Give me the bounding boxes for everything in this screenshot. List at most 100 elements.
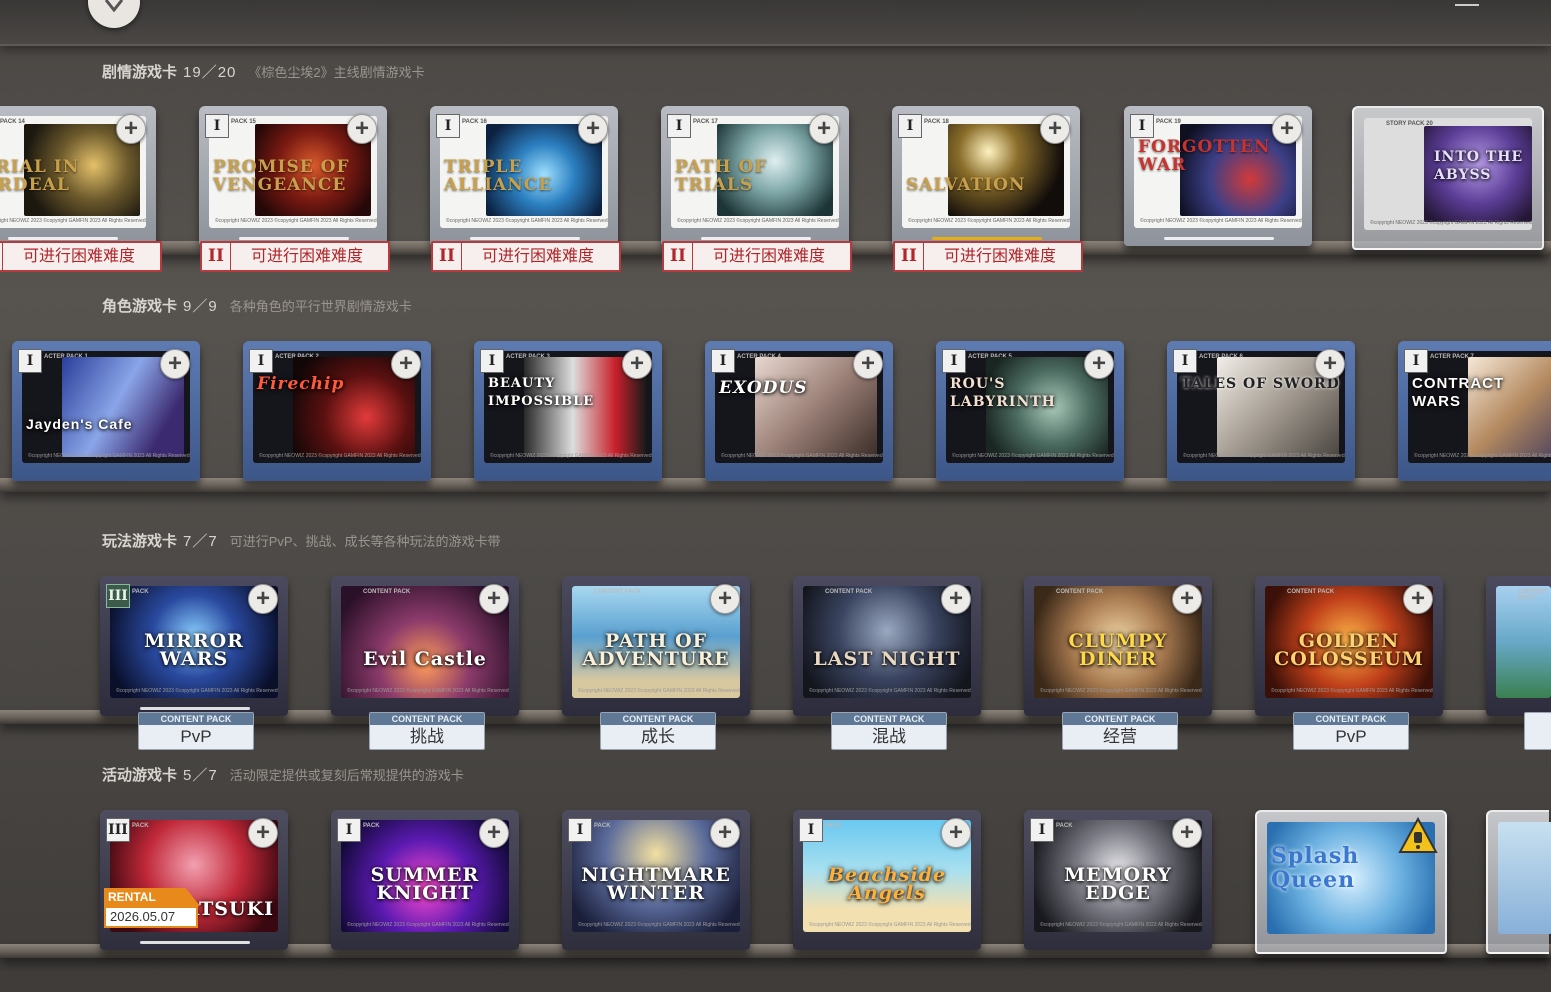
add-button[interactable]: +: [622, 349, 652, 379]
game-card-character-3[interactable]: I ACTER PACK 3 BEAUTY IMPOSSIBLE ©copyri…: [474, 341, 662, 481]
copyright-text: ©copyright NEOWIZ 2023 ©copyright GAMFIN…: [809, 688, 971, 694]
game-card-story-20-locked[interactable]: STORY PACK 20 INTO THE ABYSS ©copyright …: [1352, 106, 1544, 250]
content-pack-mode: 混战: [872, 727, 906, 746]
copyright-text: ©copyright NEOWIZ 2023 ©copyright GAMFIN…: [1370, 220, 1532, 226]
tier-badge: I: [711, 349, 735, 373]
add-button[interactable]: +: [710, 584, 740, 614]
game-card-character-6[interactable]: I ACTER PACK 6 TALES OF SWORD ©copyright…: [1167, 341, 1355, 481]
hard-difficulty-badge[interactable]: II 可进行困难难度: [431, 241, 621, 272]
add-button[interactable]: +: [578, 114, 608, 144]
game-card-story-14[interactable]: PACK 14 TRIAL IN ORDEAL ©copyright NEOWI…: [0, 106, 156, 246]
tier-badge: I: [205, 114, 229, 138]
section-desc: 各种角色的平行世界剧情游戏卡: [229, 299, 412, 314]
card-title: TRIAL IN ORDEAL: [0, 157, 80, 195]
hard-difficulty-badge[interactable]: II 可进行困难难度: [893, 241, 1083, 272]
copyright-text: ©copyright NEOWIZ 2023 ©copyright GAMFIN…: [1414, 453, 1551, 459]
add-button[interactable]: +: [941, 584, 971, 614]
add-button[interactable]: +: [1172, 818, 1202, 848]
game-card-character-4[interactable]: I ACTER PACK 4 EXODUS ©copyright NEOWIZ …: [705, 341, 893, 481]
badge-tier: II: [664, 243, 693, 270]
copyright-text: ©copyright NEOWIZ 2023 ©copyright GAMFIN…: [259, 453, 421, 459]
section-name: 剧情游戏卡: [102, 64, 178, 81]
copyright-text: ©copyright NEOWIZ 2023 ©copyright GAMFIN…: [578, 922, 740, 928]
add-button[interactable]: +: [391, 349, 421, 379]
pack-number: CONTENT PACK: [1056, 589, 1104, 595]
add-button[interactable]: +: [1040, 114, 1070, 144]
add-button[interactable]: +: [479, 584, 509, 614]
add-button[interactable]: +: [941, 818, 971, 848]
game-card-character-2[interactable]: I ACTER PACK 2 Firechip ©copyright NEOWI…: [243, 341, 431, 481]
add-button[interactable]: +: [248, 818, 278, 848]
content-pack-label: CONTENT PACK 成长: [600, 712, 716, 750]
back-button[interactable]: [88, 0, 140, 28]
add-button[interactable]: +: [1403, 584, 1433, 614]
copyright-text: ©copyright NEOWIZ 2023 ©copyright GAMFIN…: [28, 453, 190, 459]
tier-badge: I: [568, 818, 592, 842]
section-title-gameplay: 玩法游戏卡 7／7 可进行PvP、挑战、成长等各种玩法的游戏卡带: [102, 530, 501, 551]
content-pack-label: CONTENT PACK 混战: [831, 712, 947, 750]
hard-difficulty-badge[interactable]: II 可进行困难难度: [662, 241, 852, 272]
card-stripe: [8, 237, 118, 240]
content-pack-tag: CONTENT PACK: [1063, 713, 1177, 725]
game-card-gameplay-path-of-adventure[interactable]: CONTENT PACK PATH OF ADVENTURE ©copyrigh…: [562, 576, 750, 716]
section-count: 7／7: [183, 533, 218, 550]
card-stripe: [1164, 237, 1274, 240]
hard-difficulty-badge[interactable]: II 可进行困难难度: [0, 241, 162, 272]
section-title-story: 剧情游戏卡 19／20 《棕色尘埃2》主线剧情游戏卡: [102, 61, 425, 82]
tier-badge: I: [1173, 349, 1197, 373]
menu-icon[interactable]: [1455, 0, 1479, 6]
copyright-text: ©copyright NEOWIZ 2023 ©copyright GAMFIN…: [1040, 688, 1202, 694]
add-button[interactable]: +: [1272, 114, 1302, 144]
card-art: [1498, 822, 1551, 934]
pack-number: PACK: [132, 589, 149, 595]
copyright-text: ©copyright NEOWIZ 2023 ©copyright GAMFIN…: [490, 453, 652, 459]
tier-badge: III: [106, 584, 130, 608]
content-pack-label: CONTENT PACK 挑战: [369, 712, 485, 750]
pack-number: CONTENT PACK: [363, 589, 411, 595]
game-card-story-17[interactable]: I PACK 17 PATH OF TRIALS ©copyright NEOW…: [661, 106, 849, 246]
game-card-gameplay-evil-castle[interactable]: CONTENT PACK Evil Castle ©copyright NEOW…: [331, 576, 519, 716]
card-title: Jayden's Cafe: [26, 416, 133, 432]
game-card-character-1[interactable]: I ACTER PACK 1 Jayden's Cafe ©copyright …: [12, 341, 200, 481]
add-button[interactable]: +: [809, 114, 839, 144]
add-button[interactable]: +: [160, 349, 190, 379]
game-card-story-18[interactable]: I PACK 18 SALVATION ©copyright NEOWIZ 20…: [892, 106, 1080, 246]
content-pack-tag: CONTENT PACK: [139, 713, 253, 725]
game-card-gameplay-last-night[interactable]: CONTENT PACK LAST NIGHT ©copyright NEOWI…: [793, 576, 981, 716]
game-card-story-15[interactable]: I PACK 15 PROMISE OF VENGEANCE ©copyrigh…: [199, 106, 387, 246]
content-pack-mode: PvP: [180, 727, 212, 746]
add-button[interactable]: +: [1084, 349, 1114, 379]
game-card-gameplay-clumpy-diner[interactable]: CONTENT PACK CLUMPY DINER ©copyright NEO…: [1024, 576, 1212, 716]
pack-number: CONTENT PACK: [1518, 589, 1547, 601]
copyright-text: ©copyright NEOWIZ 2023 ©copyright GAMFIN…: [578, 688, 740, 694]
add-button[interactable]: +: [248, 584, 278, 614]
game-card-event-nightmare-winter[interactable]: I PACK NIGHTMARE WINTER ©copyright NEOWI…: [562, 810, 750, 950]
game-card-event-partial[interactable]: [1486, 810, 1551, 954]
add-button[interactable]: +: [1172, 584, 1202, 614]
rental-expiry-date: 2026.05.07: [104, 906, 198, 928]
add-button[interactable]: +: [347, 114, 377, 144]
hard-difficulty-badge[interactable]: II 可进行困难难度: [200, 241, 390, 272]
game-card-character-7[interactable]: I ACTER PACK 7 CONTRACT WARS ©copyright …: [1398, 341, 1551, 481]
pack-number: PACK: [594, 823, 611, 829]
card-title: CONTRACT WARS: [1412, 375, 1505, 410]
game-card-character-5[interactable]: I ACTER PACK 5 ROU'S LABYRINTH ©copyrigh…: [936, 341, 1124, 481]
game-card-event-akatsuki[interactable]: III PACK AKATSUKI +: [100, 810, 288, 950]
add-button[interactable]: +: [1315, 349, 1345, 379]
add-button[interactable]: +: [710, 818, 740, 848]
add-button[interactable]: +: [116, 114, 146, 144]
game-card-event-beachside-angels[interactable]: I PACK Beachside Angels ©copyright NEOWI…: [793, 810, 981, 950]
game-card-event-summer-knight[interactable]: I PACK SUMMER KNIGHT ©copyright NEOWIZ 2…: [331, 810, 519, 950]
game-card-gameplay-golden-colosseum[interactable]: CONTENT PACK GOLDEN COLOSSEUM ©copyright…: [1255, 576, 1443, 716]
game-card-gameplay-partial[interactable]: CONTENT PACK: [1486, 576, 1551, 716]
add-button[interactable]: +: [853, 349, 883, 379]
card-stripe: [140, 941, 250, 944]
tier-badge: I: [337, 818, 361, 842]
game-card-event-memory-edge[interactable]: I PACK MEMORY EDGE ©copyright NEOWIZ 202…: [1024, 810, 1212, 950]
add-button[interactable]: +: [479, 818, 509, 848]
pack-number: PACK: [825, 823, 842, 829]
card-title: PATH OF TRIALS: [675, 157, 768, 195]
game-card-gameplay-mirror-wars[interactable]: III PACK MIRROR WARS ©copyright NEOWIZ 2…: [100, 576, 288, 716]
game-card-story-19[interactable]: I PACK 19 FORGOTTEN WAR ©copyright NEOWI…: [1124, 106, 1312, 246]
game-card-story-16[interactable]: I PACK 16 TRIPLE ALLIANCE ©copyright NEO…: [430, 106, 618, 246]
